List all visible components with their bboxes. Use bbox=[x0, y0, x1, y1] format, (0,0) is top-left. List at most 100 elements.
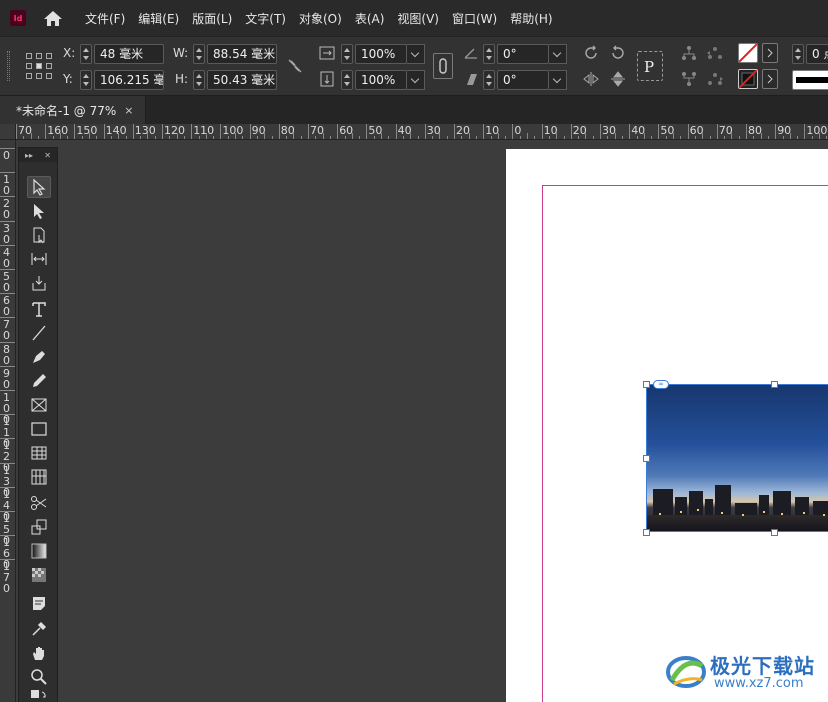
default-fill-stroke[interactable] bbox=[27, 690, 51, 702]
scale-x-field[interactable]: 100% bbox=[355, 44, 407, 64]
ruler-tick bbox=[191, 124, 193, 139]
menu-file[interactable]: 文件(F) bbox=[85, 10, 125, 27]
reference-point-toggle[interactable]: P bbox=[637, 51, 663, 81]
shear-dropdown[interactable] bbox=[549, 70, 567, 90]
stroke-weight-stepper[interactable] bbox=[792, 44, 804, 64]
resize-handle-left[interactable] bbox=[643, 455, 650, 462]
scale-y-field[interactable]: 100% bbox=[355, 70, 407, 90]
free-transform-tool[interactable] bbox=[27, 516, 51, 538]
resize-handle-bottom-left[interactable] bbox=[643, 529, 650, 536]
w-stepper[interactable] bbox=[193, 44, 205, 64]
expand-panel-icon[interactable]: ▸▸ bbox=[25, 151, 33, 160]
stroke-type-dropdown[interactable] bbox=[792, 70, 828, 90]
scale-x-stepper[interactable] bbox=[341, 44, 353, 64]
ruler-tick bbox=[424, 124, 426, 139]
pencil-tool[interactable] bbox=[27, 370, 51, 392]
document-tab-bar: *未命名-1 @ 77% × bbox=[0, 96, 828, 124]
gap-tool[interactable] bbox=[27, 248, 51, 270]
constrain-scale-button[interactable] bbox=[433, 53, 453, 79]
y-field[interactable]: 106.215 毫 bbox=[94, 70, 164, 90]
select-content-icon[interactable] bbox=[680, 70, 698, 88]
h-field[interactable]: 50.43 毫米 bbox=[207, 70, 277, 90]
select-next-icon[interactable] bbox=[706, 70, 724, 88]
eyedropper-tool[interactable] bbox=[27, 618, 51, 640]
rotate-counterclockwise-icon[interactable] bbox=[609, 44, 627, 62]
close-panel-icon[interactable]: ✕ bbox=[44, 151, 51, 160]
constrain-proportions-icon[interactable] bbox=[286, 57, 304, 75]
scale-y-stepper[interactable] bbox=[341, 70, 353, 90]
eyedropper-icon bbox=[32, 621, 47, 636]
link-icon bbox=[439, 58, 447, 74]
tools-panel-header[interactable]: ▸▸ ✕ bbox=[19, 148, 57, 162]
note-icon bbox=[33, 597, 45, 610]
select-previous-icon[interactable] bbox=[706, 44, 724, 62]
table-tool[interactable] bbox=[27, 442, 51, 464]
line-icon bbox=[32, 325, 46, 341]
stroke-menu-button[interactable] bbox=[762, 69, 778, 89]
document-tab[interactable]: *未命名-1 @ 77% × bbox=[0, 96, 146, 124]
resize-handle-top-left[interactable] bbox=[643, 381, 650, 388]
link-badge-icon[interactable]: ∞ bbox=[653, 380, 669, 389]
content-collector-tool[interactable] bbox=[27, 272, 51, 294]
resize-handle-top[interactable] bbox=[771, 381, 778, 388]
note-tool[interactable] bbox=[27, 592, 51, 614]
menu-window[interactable]: 窗口(W) bbox=[452, 10, 497, 27]
select-container-icon[interactable] bbox=[680, 44, 698, 62]
menu-help[interactable]: 帮助(H) bbox=[510, 10, 552, 27]
rectangle-tool[interactable] bbox=[27, 418, 51, 440]
panel-grip[interactable] bbox=[7, 51, 10, 81]
stroke-swatch[interactable] bbox=[738, 69, 758, 89]
close-tab-icon[interactable]: × bbox=[124, 104, 133, 117]
flip-horizontal-icon[interactable] bbox=[582, 70, 600, 88]
w-field[interactable]: 88.54 毫米 bbox=[207, 44, 277, 64]
gradient-swatch-tool[interactable] bbox=[27, 540, 51, 562]
type-tool[interactable] bbox=[27, 298, 51, 320]
scale-x-dropdown[interactable] bbox=[407, 44, 425, 64]
x-field[interactable]: 48 毫米 bbox=[94, 44, 164, 64]
scale-y-dropdown[interactable] bbox=[407, 70, 425, 90]
y-stepper[interactable] bbox=[80, 70, 92, 90]
flip-vertical-icon[interactable] bbox=[609, 70, 627, 88]
placed-image-frame[interactable] bbox=[646, 384, 828, 532]
menu-type[interactable]: 文字(T) bbox=[245, 10, 286, 27]
zoom-tool[interactable] bbox=[27, 666, 51, 688]
menu-layout[interactable]: 版面(L) bbox=[192, 10, 232, 27]
shear-field[interactable]: 0° bbox=[497, 70, 549, 90]
city-skyline bbox=[653, 489, 673, 517]
page-tool[interactable] bbox=[27, 224, 51, 246]
fill-menu-button[interactable] bbox=[762, 43, 778, 63]
ruler-tick bbox=[220, 124, 222, 139]
rectangle-frame-tool[interactable] bbox=[27, 394, 51, 416]
stroke-weight-field[interactable]: 0 点 bbox=[806, 44, 828, 64]
w-label: W: bbox=[173, 46, 189, 60]
x-stepper[interactable] bbox=[80, 44, 92, 64]
selection-tool[interactable] bbox=[27, 176, 51, 198]
shear-stepper[interactable] bbox=[483, 70, 495, 90]
ruler-label: 6 0 bbox=[3, 294, 10, 319]
home-button[interactable] bbox=[42, 7, 64, 29]
gradient-feather-tool[interactable] bbox=[27, 564, 51, 586]
reference-point-icon[interactable] bbox=[26, 53, 54, 81]
rotate-field[interactable]: 0° bbox=[497, 44, 549, 64]
vertical-ruler[interactable]: 01 02 03 04 05 06 07 08 09 01 0 01 1 01 … bbox=[0, 140, 16, 702]
ruler-origin[interactable] bbox=[0, 124, 16, 140]
direct-selection-tool[interactable] bbox=[27, 200, 51, 222]
rotate-clockwise-icon[interactable] bbox=[582, 44, 600, 62]
ruler-tick bbox=[454, 124, 455, 139]
h-stepper[interactable] bbox=[193, 70, 205, 90]
hand-tool[interactable] bbox=[27, 642, 51, 664]
menu-table[interactable]: 表(A) bbox=[355, 10, 385, 27]
pen-tool[interactable] bbox=[27, 346, 51, 368]
fill-swatch[interactable] bbox=[738, 43, 758, 63]
scissors-tool[interactable] bbox=[27, 492, 51, 514]
rotate-stepper[interactable] bbox=[483, 44, 495, 64]
menu-view[interactable]: 视图(V) bbox=[397, 10, 439, 27]
menu-edit[interactable]: 编辑(E) bbox=[138, 10, 179, 27]
ruler-tick bbox=[74, 124, 76, 139]
horizontal-ruler[interactable]: 70 160 150 140 130 120 110 100 90 80 70 60 50 40 30 20 1… bbox=[16, 124, 828, 140]
line-tool[interactable] bbox=[27, 322, 51, 344]
grid-tool[interactable] bbox=[27, 466, 51, 488]
resize-handle-bottom[interactable] bbox=[771, 529, 778, 536]
rotate-dropdown[interactable] bbox=[549, 44, 567, 64]
menu-object[interactable]: 对象(O) bbox=[299, 10, 342, 27]
